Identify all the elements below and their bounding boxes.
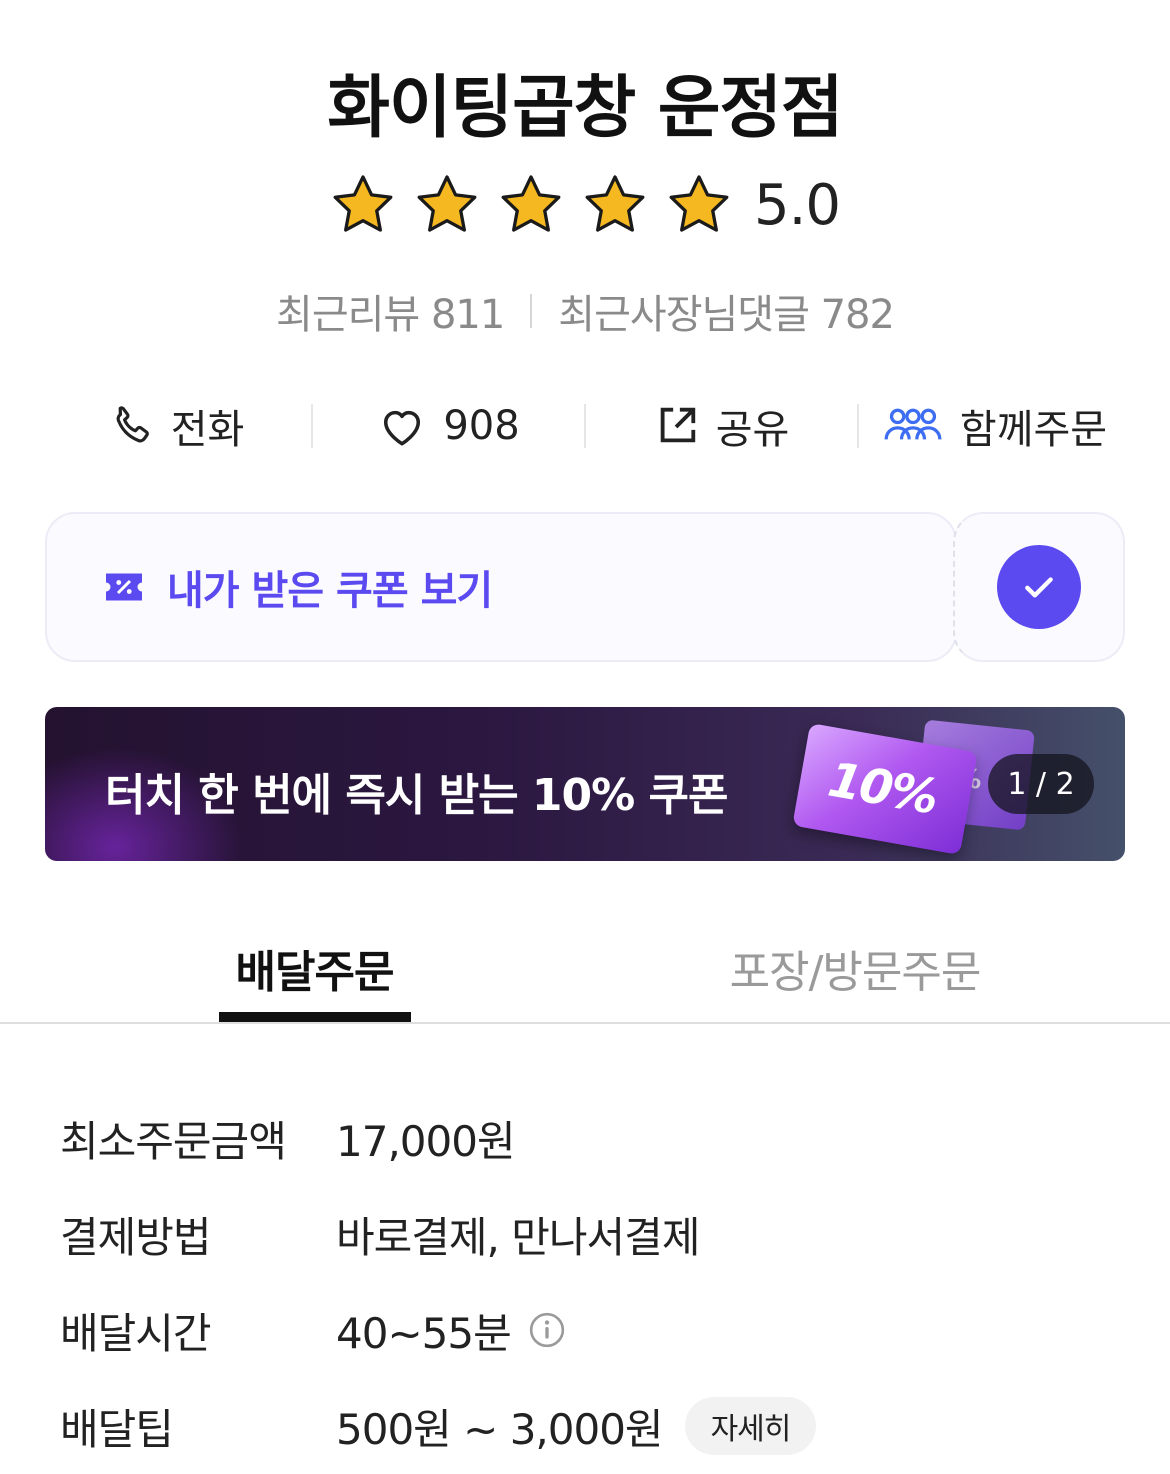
coupon-icon bbox=[103, 570, 145, 604]
payment-label: 결제방법 bbox=[60, 1212, 212, 1262]
divider bbox=[530, 294, 533, 328]
my-coupons-button[interactable]: 내가 받은 쿠폰 보기 bbox=[45, 512, 957, 662]
info-icon[interactable] bbox=[527, 1310, 567, 1350]
banner-pager: 1 / 2 bbox=[988, 754, 1094, 814]
recent-reviews-link[interactable]: 최근리뷰 811 bbox=[276, 282, 505, 340]
my-coupons-label: 내가 받은 쿠폰 보기 bbox=[167, 568, 493, 614]
promo-banner[interactable]: 터치 한 번에 즉시 받는 10% 쿠폰 % 10% 1 / 2 bbox=[45, 707, 1125, 861]
check-icon bbox=[997, 545, 1081, 629]
info-row: 결제방법 바로결제, 만나서결제 bbox=[60, 1186, 1120, 1282]
banner-text: 터치 한 번에 즉시 받는 10% 쿠폰 bbox=[105, 770, 729, 821]
star-icon bbox=[330, 172, 396, 238]
payment-value: 바로결제, 만나서결제 bbox=[336, 1212, 700, 1262]
delivery-tip-detail-button[interactable]: 자세히 bbox=[684, 1397, 817, 1455]
action-bar: 전화 908 공유 함께주문 bbox=[40, 396, 1130, 456]
star-icon bbox=[414, 172, 480, 238]
delivery-time-value: 40~55분 bbox=[336, 1308, 512, 1358]
like-button[interactable]: 908 bbox=[313, 401, 584, 451]
share-button[interactable]: 공유 bbox=[586, 397, 857, 455]
delivery-time-value-wrap: 40~55분 bbox=[336, 1300, 567, 1361]
delivery-info: 최소주문금액 17,000원 결제방법 바로결제, 만나서결제 배달시간 40~… bbox=[60, 1090, 1120, 1474]
call-label: 전화 bbox=[170, 407, 245, 453]
star-icon bbox=[582, 172, 648, 238]
star-icon bbox=[498, 172, 564, 238]
tab-delivery[interactable]: 배달주문 bbox=[218, 936, 411, 1000]
info-row: 배달팁 500원 ~ 3,000원 자세히 bbox=[60, 1378, 1120, 1474]
active-tab-indicator bbox=[219, 1012, 411, 1022]
order-tabs: 배달주문 포장/방문주문 bbox=[0, 912, 1170, 1024]
group-order-label: 함께주문 bbox=[959, 407, 1108, 453]
star-icon bbox=[666, 172, 732, 238]
rating-row: 5.0 bbox=[0, 172, 1170, 238]
call-button[interactable]: 전화 bbox=[40, 397, 311, 455]
coupon-check-button[interactable] bbox=[953, 512, 1125, 662]
delivery-time-label: 배달시간 bbox=[60, 1308, 212, 1358]
info-row: 배달시간 40~55분 bbox=[60, 1282, 1120, 1378]
phone-icon bbox=[107, 402, 155, 450]
coupon-box: 내가 받은 쿠폰 보기 bbox=[45, 512, 1125, 662]
group-order-icon bbox=[882, 403, 944, 449]
tab-divider bbox=[0, 1022, 1170, 1024]
review-summary: 최근리뷰 811 최근사장님댓글 782 bbox=[0, 282, 1170, 340]
tab-pickup[interactable]: 포장/방문주문 bbox=[695, 936, 1015, 1000]
share-label: 공유 bbox=[715, 407, 790, 453]
group-order-button[interactable]: 함께주문 bbox=[859, 397, 1130, 455]
ticket-text: 10% bbox=[824, 751, 941, 826]
like-count: 908 bbox=[443, 403, 520, 449]
rating-value: 5.0 bbox=[753, 172, 841, 238]
min-order-value: 17,000원 bbox=[336, 1116, 516, 1166]
delivery-tip-label: 배달팁 bbox=[60, 1404, 174, 1454]
share-icon bbox=[654, 403, 700, 449]
delivery-tip-value-wrap: 500원 ~ 3,000원 자세히 bbox=[336, 1396, 817, 1457]
delivery-tip-value: 500원 ~ 3,000원 bbox=[336, 1404, 664, 1454]
owner-replies-link[interactable]: 최근사장님댓글 782 bbox=[558, 282, 895, 340]
info-row: 최소주문금액 17,000원 bbox=[60, 1090, 1120, 1186]
min-order-label: 최소주문금액 bbox=[60, 1116, 287, 1166]
store-name: 화이팅곱창 운정점 bbox=[327, 69, 843, 148]
heart-icon bbox=[377, 401, 427, 451]
